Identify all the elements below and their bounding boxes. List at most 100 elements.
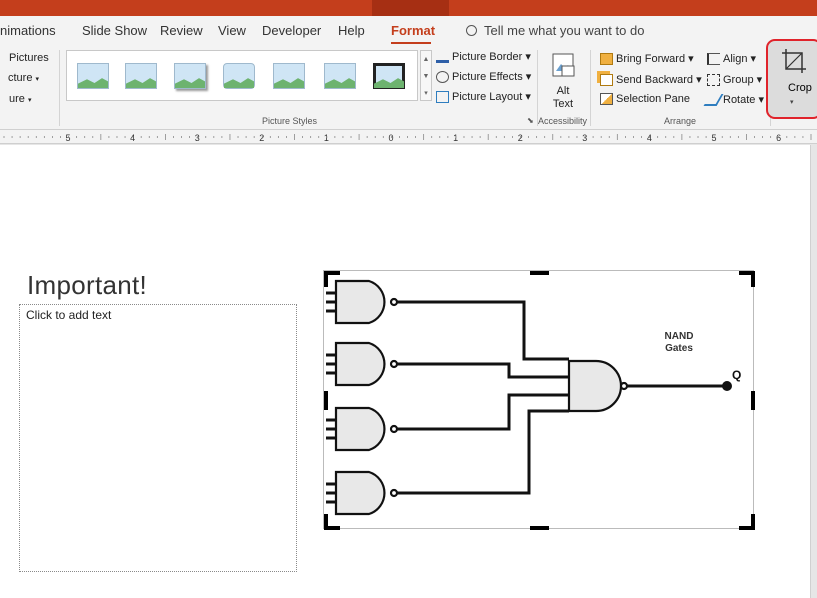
rotate-icon — [703, 94, 724, 107]
picture-border-button[interactable]: Picture Border ▾ — [436, 50, 531, 64]
nand-label-line2: Gates — [665, 343, 693, 354]
reset-picture-button[interactable]: ure ▾ — [9, 93, 31, 105]
bring-forward-button[interactable]: Bring Forward ▾ — [600, 52, 694, 66]
bubble-4 — [389, 488, 399, 498]
alt-text-label: Alt Text — [544, 85, 582, 111]
picture-styles-gallery — [66, 50, 418, 101]
nand-gate-2 — [334, 341, 386, 387]
picture-style-thumbnail[interactable] — [125, 63, 157, 89]
ruler-scale: 543210123456 — [3, 133, 812, 143]
alt-text-line1: Alt — [556, 85, 570, 97]
nand-gate-4 — [334, 470, 386, 516]
tab-developer[interactable]: Developer — [262, 23, 321, 38]
bubble-1 — [389, 297, 399, 307]
picture-effects-button[interactable]: Picture Effects ▾ — [436, 70, 531, 84]
bubble-3 — [389, 424, 399, 434]
gallery-scroll[interactable]: ▲ ▼ ▾ — [420, 50, 432, 101]
picture-tools-band — [372, 0, 449, 16]
group-separator — [59, 50, 60, 126]
search-icon — [466, 25, 477, 36]
crop-handle-bottom-left[interactable] — [324, 514, 340, 530]
group-label: Group — [723, 74, 754, 86]
nand-gate-1 — [334, 279, 386, 325]
gate-group — [334, 279, 623, 516]
picture-styles-group-label: Picture Styles — [262, 116, 318, 126]
pictures-button[interactable]: Pictures — [9, 52, 49, 64]
ribbon: Pictures cture ▾ ure ▾ ▲ ▼ ▾ Picture Borde… — [0, 46, 817, 130]
picture-style-thumbnail[interactable] — [373, 63, 405, 89]
alt-text-line2: Text — [552, 98, 574, 110]
bring-forward-label: Bring Forward — [616, 53, 686, 65]
tab-help[interactable]: Help — [338, 23, 365, 38]
picture-layout-button[interactable]: Picture Layout ▾ — [436, 90, 531, 104]
tell-me-text: Tell me what you want to do — [484, 23, 645, 38]
picture-layout-label: Picture Layout — [452, 91, 523, 103]
nand-label-line1: NAND — [665, 331, 694, 342]
crop-label: Crop — [788, 82, 812, 94]
alt-text-button[interactable]: Alt Text — [544, 52, 582, 112]
tab-animations[interactable]: nimations — [0, 23, 56, 38]
effects-icon — [436, 71, 449, 84]
change-picture-label: cture — [8, 72, 33, 84]
send-backward-icon — [600, 74, 613, 87]
group-separator — [590, 50, 591, 126]
accessibility-group-label: Accessibility — [538, 116, 588, 126]
selection-pane-icon — [600, 93, 613, 106]
reset-picture-label: ure — [9, 93, 25, 105]
tell-me-search[interactable]: Tell me what you want to do — [466, 23, 644, 38]
tab-slide-show[interactable]: Slide Show — [82, 23, 147, 38]
selection-pane-button[interactable]: Selection Pane — [600, 93, 690, 106]
selected-picture[interactable]: NAND Gates Q — [323, 270, 755, 530]
ruler-label: 3 — [195, 133, 200, 143]
group-button[interactable]: Group ▾ — [707, 73, 762, 87]
picture-style-thumbnail[interactable] — [77, 63, 109, 89]
arrange-group-label: Arrange — [664, 116, 697, 126]
picture-style-thumbnail[interactable] — [223, 63, 255, 89]
send-backward-label: Send Backward — [616, 74, 694, 86]
rotate-label: Rotate — [723, 94, 756, 106]
layout-icon — [436, 91, 449, 104]
content-placeholder[interactable] — [19, 304, 297, 572]
ruler-label: 4 — [130, 133, 135, 143]
picture-effects-label: Picture Effects — [452, 71, 523, 83]
chevron-down-icon: ▾ — [790, 99, 794, 106]
tab-view[interactable]: View — [218, 23, 246, 38]
align-button[interactable]: Align ▾ — [707, 52, 756, 66]
vertical-scrollbar[interactable] — [810, 145, 817, 598]
powerpoint-window: nimations Slide Show Review View Develop… — [0, 0, 817, 598]
rotate-button[interactable]: Rotate ▾ — [703, 93, 764, 107]
picture-style-thumbnail[interactable] — [273, 63, 305, 89]
nand-gates-diagram: NAND Gates Q — [324, 271, 755, 530]
active-tab-underline — [391, 42, 431, 44]
wires — [326, 291, 724, 504]
align-label: Align — [723, 53, 748, 65]
picture-border-label: Picture Border — [452, 51, 523, 63]
crop-icon — [782, 49, 806, 73]
align-icon — [707, 53, 720, 66]
group-separator — [537, 50, 538, 126]
send-backward-button[interactable]: Send Backward ▾ — [600, 73, 702, 87]
dropdown-arrow-icon: ▾ — [35, 76, 40, 83]
tab-review[interactable]: Review — [160, 23, 203, 38]
crop-handle-top-right[interactable] — [739, 271, 755, 287]
tab-format[interactable]: Format — [391, 23, 435, 38]
output-node — [722, 381, 732, 391]
dialog-launcher-icon[interactable]: ⬊ — [527, 116, 534, 125]
nand-gate-3 — [334, 406, 386, 452]
group-icon — [707, 74, 720, 87]
dropdown-arrow-icon: ▾ — [27, 97, 32, 104]
ribbon-tabs: nimations Slide Show Review View Develop… — [0, 16, 817, 46]
change-picture-button[interactable]: cture ▾ — [8, 72, 39, 84]
crop-handle-bottom-right[interactable] — [739, 514, 755, 530]
title-bar — [0, 0, 817, 16]
content-placeholder-text: Click to add text — [26, 308, 112, 322]
crop-handles[interactable] — [324, 271, 755, 530]
bubble-2 — [389, 359, 399, 369]
alt-text-icon — [552, 53, 575, 77]
pen-icon — [436, 51, 449, 64]
slide-title[interactable]: Important! — [27, 270, 147, 301]
crop-button[interactable]: ▾ — [766, 39, 817, 119]
ruler-label: 5 — [65, 133, 70, 143]
picture-style-thumbnail[interactable] — [174, 63, 206, 89]
picture-style-thumbnail[interactable] — [324, 63, 356, 89]
